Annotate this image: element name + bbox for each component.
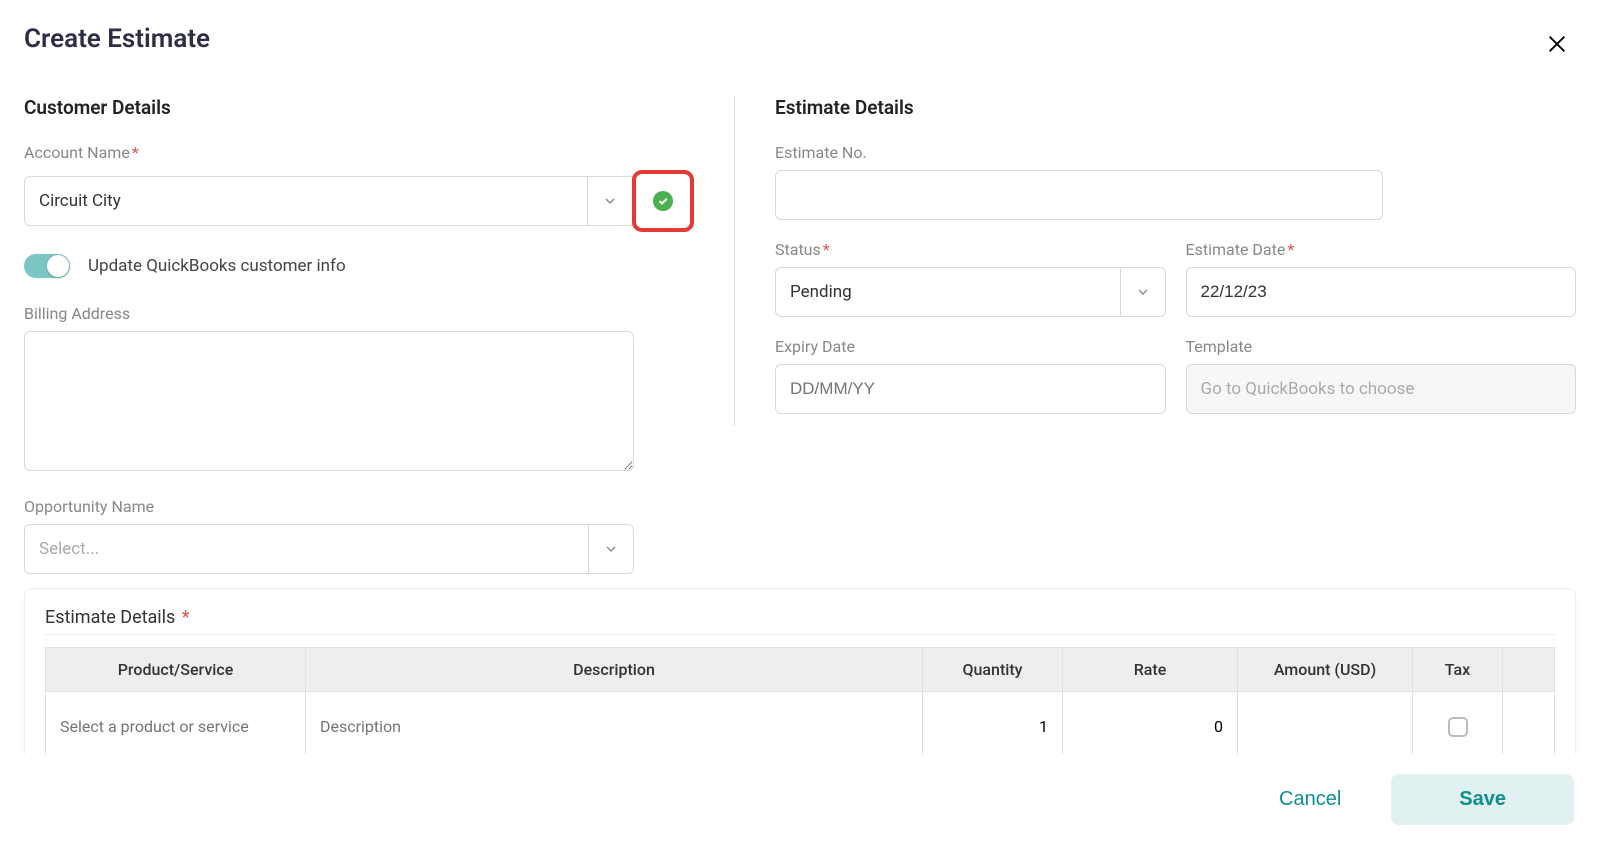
expiry-date-label: Expiry Date <box>775 337 1166 356</box>
status-label: Status* <box>775 240 1166 259</box>
col-amount: Amount (USD) <box>1238 648 1413 692</box>
account-name-select[interactable]: Circuit City <box>24 176 633 226</box>
status-value: Pending <box>790 282 852 302</box>
status-select[interactable]: Pending <box>775 267 1166 317</box>
line-items-heading: Estimate Details * <box>45 607 1555 635</box>
estimate-details-heading: Estimate Details <box>775 96 1576 119</box>
col-product-service: Product/Service <box>46 648 306 692</box>
billing-address-label: Billing Address <box>24 304 694 323</box>
opportunity-placeholder: Select... <box>39 539 99 559</box>
opportunity-name-select[interactable]: Select... <box>24 524 634 574</box>
tax-checkbox[interactable] <box>1448 717 1468 737</box>
col-rate: Rate <box>1063 648 1238 692</box>
estimate-date-input[interactable] <box>1186 267 1577 317</box>
template-label: Template <box>1186 337 1577 356</box>
chevron-down-icon <box>587 177 618 225</box>
update-quickbooks-label: Update QuickBooks customer info <box>88 256 346 276</box>
col-actions <box>1503 648 1555 692</box>
estimate-number-label: Estimate No. <box>775 143 1576 162</box>
rate-input[interactable] <box>1063 692 1237 761</box>
billing-address-input[interactable] <box>24 331 634 471</box>
account-name-value: Circuit City <box>39 191 121 211</box>
product-service-input[interactable] <box>46 692 305 761</box>
col-tax: Tax <box>1413 648 1503 692</box>
save-button[interactable]: Save <box>1391 774 1574 825</box>
page-title: Create Estimate <box>24 24 210 54</box>
chevron-down-icon <box>1120 268 1151 316</box>
opportunity-name-label: Opportunity Name <box>24 497 694 516</box>
chevron-down-icon <box>588 525 619 573</box>
estimate-date-label: Estimate Date* <box>1186 240 1577 259</box>
close-icon <box>1546 33 1568 55</box>
expiry-date-input[interactable] <box>775 364 1166 414</box>
verify-account-button[interactable] <box>632 170 694 232</box>
col-quantity: Quantity <box>923 648 1063 692</box>
account-name-label: Account Name* <box>24 143 694 162</box>
estimate-number-input[interactable] <box>775 170 1383 220</box>
close-button[interactable] <box>1538 24 1576 68</box>
cancel-button[interactable]: Cancel <box>1255 774 1365 825</box>
update-quickbooks-toggle[interactable] <box>24 254 70 278</box>
description-input[interactable] <box>306 692 922 761</box>
quantity-input[interactable] <box>923 692 1062 761</box>
table-row <box>46 692 1555 762</box>
line-items-table: Product/Service Description Quantity Rat… <box>45 647 1555 762</box>
customer-details-heading: Customer Details <box>24 96 694 119</box>
check-circle-icon <box>653 191 673 211</box>
amount-input[interactable] <box>1238 692 1412 761</box>
template-input-disabled: Go to QuickBooks to choose <box>1186 364 1577 414</box>
col-description: Description <box>306 648 923 692</box>
